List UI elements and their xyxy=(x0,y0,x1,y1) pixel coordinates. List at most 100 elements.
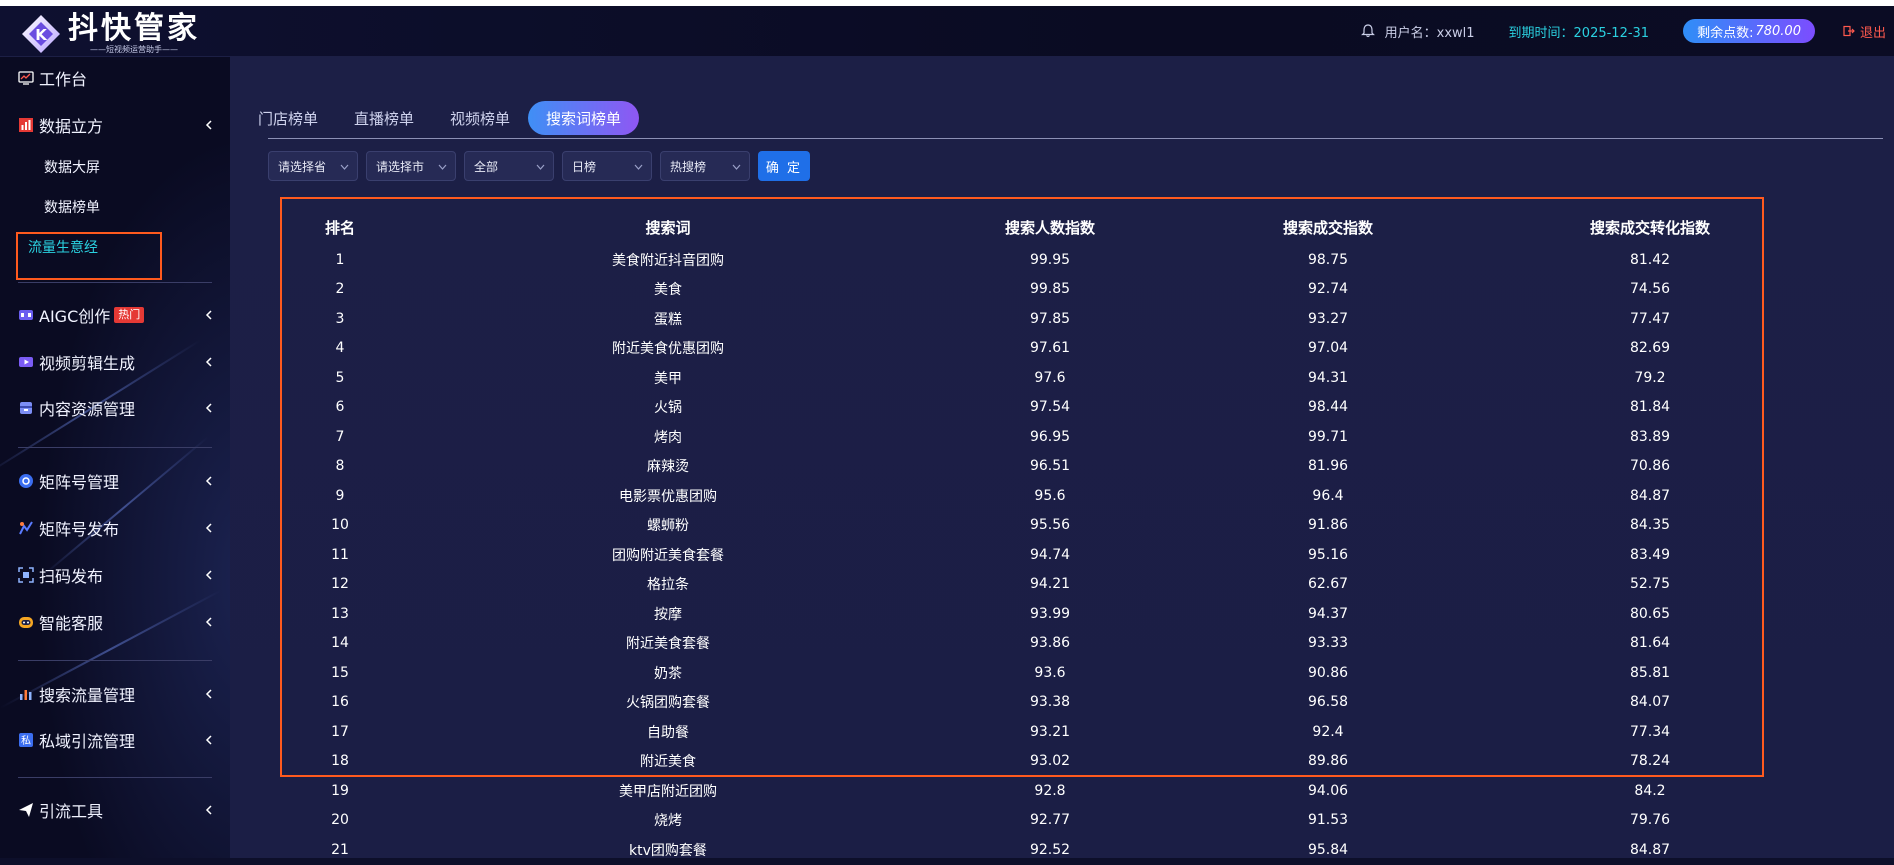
sidebar-item-label: 内容资源管理 xyxy=(39,400,136,419)
sidebar-item-data-cube[interactable]: 数据立方 xyxy=(0,110,230,140)
cell-rank: 1 xyxy=(335,251,345,268)
table-row[interactable]: 3 蛋糕 97.85 93.27 77.47 xyxy=(280,304,1764,334)
sidebar-item-workbench[interactable]: 工作台 xyxy=(0,63,230,93)
table-row[interactable]: 4 附近美食优惠团购 97.61 97.04 82.69 xyxy=(280,334,1764,364)
decor-streak xyxy=(39,435,210,579)
table-row[interactable]: 20 烧烤 92.77 91.53 79.76 xyxy=(280,806,1764,836)
cell-search-people-index: 97.6 xyxy=(1034,369,1066,386)
sidebar-item-label: 数据立方 xyxy=(39,117,104,136)
svg-text:私: 私 xyxy=(21,735,31,747)
table-row[interactable]: 7 烤肉 96.95 99.71 83.89 xyxy=(280,422,1764,452)
sidebar-subitem-traffic-business[interactable]: 流量生意经 xyxy=(28,237,98,259)
header-search-people-index[interactable]: 搜索人数指数 xyxy=(980,210,1120,245)
cell-rank: 21 xyxy=(331,841,349,858)
logout-icon xyxy=(1843,25,1855,37)
cell-conversion-index: 52.75 xyxy=(1629,576,1671,593)
table-row[interactable]: 2 美食 99.85 92.74 74.56 xyxy=(280,275,1764,305)
cell-conversion-index: 83.49 xyxy=(1629,546,1671,563)
cell-search-deal-index: 93.33 xyxy=(1307,635,1349,652)
table-row[interactable]: 13 按摩 93.99 94.37 80.65 xyxy=(280,599,1764,629)
sidebar-item-label: 视频剪辑生成 xyxy=(39,354,136,373)
table-row[interactable]: 19 美甲店附近团购 92.8 94.06 84.2 xyxy=(280,776,1764,806)
table-row[interactable]: 11 团购附近美食套餐 94.74 95.16 83.49 xyxy=(280,540,1764,570)
sidebar-item-traffic-tools[interactable]: 引流工具 xyxy=(0,795,230,825)
category-select[interactable]: 全部 xyxy=(464,151,554,181)
cell-conversion-index: 84.87 xyxy=(1629,841,1671,858)
sidebar-item-smart-service[interactable]: 智能客服 xyxy=(0,607,230,637)
cell-search-people-index: 96.95 xyxy=(1029,428,1071,445)
table-row[interactable]: 1 美食附近抖音团购 99.95 98.75 81.42 xyxy=(280,245,1764,275)
cell-keyword: 火锅 xyxy=(654,400,682,417)
table-row[interactable]: 16 火锅团购套餐 93.38 96.58 84.07 xyxy=(280,688,1764,718)
sidebar-subitem-data-screen[interactable]: 数据大屏 xyxy=(44,157,100,179)
robot-icon xyxy=(18,614,34,630)
content-panel: 门店榜单 直播榜单 视频榜单 搜索词榜单 请选择省 请选择市 全部 日榜 热搜榜… xyxy=(230,57,1894,859)
table-row[interactable]: 14 附近美食套餐 93.86 93.33 81.64 xyxy=(280,629,1764,659)
table-row[interactable]: 8 麻辣烫 96.51 81.96 70.86 xyxy=(280,452,1764,482)
cell-conversion-index: 84.35 xyxy=(1629,517,1671,534)
table-row[interactable]: 6 火锅 97.54 98.44 81.84 xyxy=(280,393,1764,423)
points-value: 780.00 xyxy=(1755,23,1801,39)
chevron-left-icon xyxy=(204,354,214,368)
rank-type-select[interactable]: 热搜榜 xyxy=(660,151,750,181)
expire-date-label: 到期时间：2025-12-31 xyxy=(1508,25,1650,41)
sidebar-item-video-editing[interactable]: 视频剪辑生成 xyxy=(0,347,230,377)
table-row[interactable]: 21 ktv团购套餐 92.52 95.84 84.87 xyxy=(280,835,1764,865)
logo-mark-icon: K xyxy=(20,13,62,55)
tab-search-keyword-ranking[interactable]: 搜索词榜单 xyxy=(528,101,640,135)
header-rank[interactable]: 排名 xyxy=(310,210,370,245)
header-keyword[interactable]: 搜索词 xyxy=(578,210,758,245)
cell-rank: 6 xyxy=(335,399,345,416)
sidebar-item-matrix-publish[interactable]: 矩阵号发布 xyxy=(0,513,230,543)
table-row[interactable]: 5 美甲 97.6 94.31 79.2 xyxy=(280,363,1764,393)
tab-live-ranking[interactable]: 直播榜单 xyxy=(354,108,414,129)
cell-rank: 12 xyxy=(331,576,349,593)
logo[interactable]: K 抖快管家 ——短视频运营助手—— xyxy=(20,12,200,56)
sidebar-item-aigc[interactable]: AIGC创作 热门 xyxy=(0,300,230,330)
cell-keyword: 电影票优惠团购 xyxy=(619,488,717,505)
cell-search-deal-index: 89.86 xyxy=(1307,753,1349,770)
main-area: 门店榜单 直播榜单 视频榜单 搜索词榜单 请选择省 请选择市 全部 日榜 热搜榜… xyxy=(230,57,1894,859)
table-row[interactable]: 12 格拉条 94.21 62.67 52.75 xyxy=(280,570,1764,600)
bell-icon[interactable] xyxy=(1360,24,1375,38)
sidebar-item-scan-publish[interactable]: 扫码发布 xyxy=(0,560,230,590)
cell-conversion-index: 85.81 xyxy=(1629,664,1671,681)
table-row[interactable]: 15 奶茶 93.6 90.86 85.81 xyxy=(280,658,1764,688)
sidebar-divider xyxy=(18,447,212,448)
sidebar-item-label: 引流工具 xyxy=(39,802,104,821)
city-select-value: 请选择市 xyxy=(376,159,425,174)
cell-search-people-index: 92.8 xyxy=(1034,782,1066,799)
video-icon xyxy=(18,354,34,370)
table-header-row: 排名 搜索词 搜索人数指数 搜索成交指数 搜索成交转化指数 xyxy=(280,210,1764,245)
period-select[interactable]: 日榜 xyxy=(562,151,652,181)
province-select[interactable]: 请选择省 xyxy=(268,151,358,181)
cell-rank: 18 xyxy=(331,753,349,770)
sidebar-item-search-traffic[interactable]: 搜索流量管理 xyxy=(0,679,230,709)
tab-video-ranking[interactable]: 视频榜单 xyxy=(450,108,510,129)
header-search-deal-index[interactable]: 搜索成交指数 xyxy=(1258,210,1398,245)
city-select[interactable]: 请选择市 xyxy=(366,151,456,181)
confirm-button[interactable]: 确 定 xyxy=(758,151,810,181)
cell-rank: 17 xyxy=(331,723,349,740)
cell-search-deal-index: 96.4 xyxy=(1312,487,1344,504)
cell-search-people-index: 93.99 xyxy=(1029,605,1071,622)
cell-conversion-index: 81.42 xyxy=(1629,251,1671,268)
cell-keyword: 附近美食优惠团购 xyxy=(612,341,724,358)
cell-search-people-index: 99.85 xyxy=(1029,281,1071,298)
table-row[interactable]: 17 自助餐 93.21 92.4 77.34 xyxy=(280,717,1764,747)
table-row[interactable]: 10 螺蛳粉 95.56 91.86 84.35 xyxy=(280,511,1764,541)
sidebar-item-matrix-accounts[interactable]: 矩阵号管理 xyxy=(0,466,230,496)
sidebar-item-content-resources[interactable]: 内容资源管理 xyxy=(0,393,230,423)
header-conversion-index[interactable]: 搜索成交转化指数 xyxy=(1560,210,1740,245)
cell-keyword: 螺蛳粉 xyxy=(647,518,689,535)
logout-button[interactable]: 退出 xyxy=(1843,22,1886,41)
tab-store-ranking[interactable]: 门店榜单 xyxy=(258,108,318,129)
table-row[interactable]: 9 电影票优惠团购 95.6 96.4 84.87 xyxy=(280,481,1764,511)
sidebar-item-label: 扫码发布 xyxy=(39,567,104,586)
logo-title: 抖快管家 xyxy=(68,11,200,46)
sidebar-item-private-traffic[interactable]: 私 私域引流管理 xyxy=(0,725,230,755)
sidebar-subitem-data-rankings[interactable]: 数据榜单 xyxy=(44,197,100,219)
cell-keyword: 烧烤 xyxy=(654,813,682,830)
cell-search-people-index: 93.02 xyxy=(1029,753,1071,770)
table-row[interactable]: 18 附近美食 93.02 89.86 78.24 xyxy=(280,747,1764,777)
